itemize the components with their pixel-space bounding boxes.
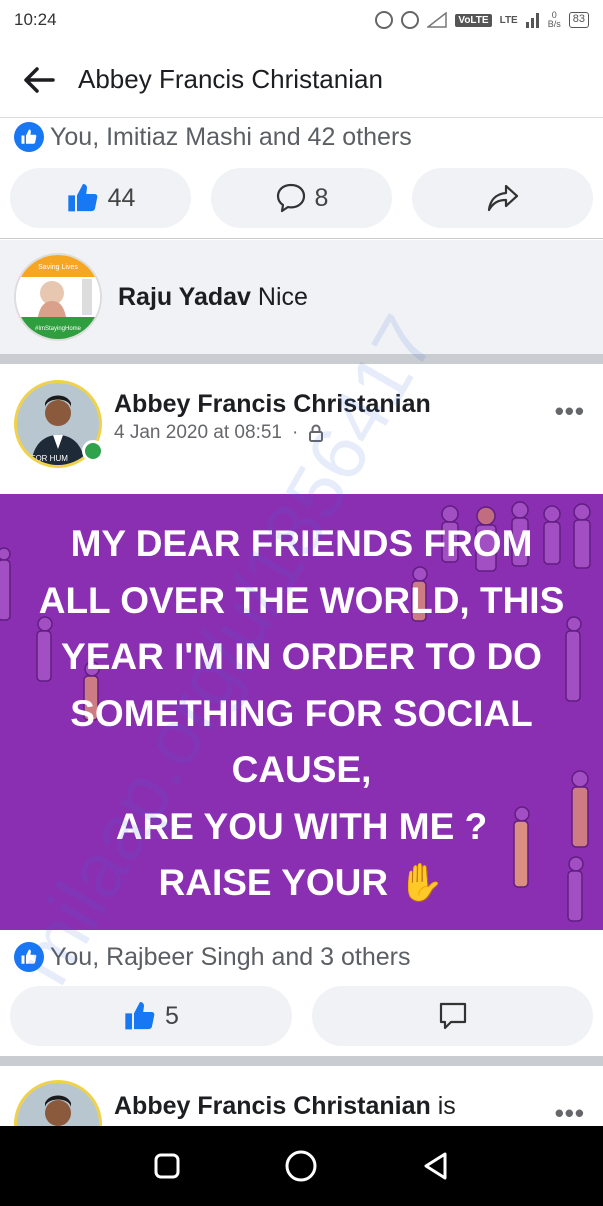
back-button[interactable]	[0, 42, 78, 118]
post-author[interactable]: Abbey Francis Christanian	[114, 390, 431, 419]
person-avatar-icon	[17, 1083, 99, 1126]
post-image[interactable]: MY DEAR FRIENDS FROM ALL OVER THE WORLD,…	[0, 494, 603, 930]
lte-label: LTE	[499, 14, 518, 26]
like-reaction-icon	[14, 942, 44, 972]
reactions-text: You, Imitiaz Mashi and 42 others	[50, 122, 412, 151]
share-button[interactable]	[412, 168, 593, 228]
page-title: Abbey Francis Christanian	[78, 64, 383, 94]
comment-bubble-icon	[276, 183, 305, 213]
square-icon	[154, 1153, 180, 1179]
top-post-actions: 44 8	[10, 168, 593, 228]
thumbs-up-icon	[125, 1002, 155, 1030]
triangle-back-icon	[424, 1152, 447, 1180]
post-header: E FOR HUM Abbey Francis Christanian 4 Ja…	[0, 370, 603, 470]
do-not-disturb-icon	[401, 11, 420, 29]
alarm-icon	[375, 11, 394, 29]
post-options-button[interactable]: •••	[555, 396, 585, 427]
banner-message: MY DEAR FRIENDS FROM ALL OVER THE WORLD,…	[38, 523, 565, 903]
app-header: Abbey Francis Christanian	[0, 42, 603, 118]
back-nav-button[interactable]	[416, 1146, 456, 1186]
online-status-indicator	[82, 440, 104, 462]
network-speed: 0 B/s	[548, 11, 561, 29]
system-nav-bar	[0, 1126, 603, 1206]
section-divider	[0, 1056, 603, 1066]
section-divider	[0, 354, 603, 364]
volte-badge: VoLTE	[455, 13, 492, 27]
comment-bubble-icon	[439, 1002, 466, 1030]
post-actions: 5	[10, 986, 593, 1046]
divider	[0, 238, 603, 239]
lock-icon	[309, 424, 324, 442]
comment-count: 8	[314, 183, 329, 212]
home-button[interactable]	[281, 1146, 321, 1186]
post-like-count: 5	[165, 1001, 179, 1030]
commenter-avatar[interactable]: Saving Lives #ImStayingHome	[14, 253, 102, 341]
post-comment-button[interactable]	[312, 986, 593, 1046]
next-post-author-suffix: is	[437, 1092, 456, 1120]
comment-text: Nice	[257, 282, 308, 311]
battery-indicator: 83	[568, 12, 589, 28]
raised-hand-icon: ✋	[398, 862, 445, 903]
status-icons: VoLTE LTE 0 B/s 83	[375, 11, 589, 29]
next-post-author-line: Abbey Francis Christanian is	[114, 1092, 456, 1121]
comment-item: Saving Lives #ImStayingHome Raju Yadav N…	[0, 240, 603, 354]
avatar-bottom-text: #ImStayingHome	[35, 326, 82, 332]
next-post-header: Abbey Francis Christanian is •••	[0, 1070, 603, 1126]
recents-button[interactable]	[147, 1146, 187, 1186]
profile-frame-icon: Saving Lives #ImStayingHome	[16, 255, 100, 339]
status-bar: 10:24 VoLTE LTE 0 B/s 83	[0, 0, 603, 40]
reactions-summary[interactable]: You, Imitiaz Mashi and 42 others	[14, 122, 412, 152]
signal-outline-icon	[427, 12, 448, 28]
post-reactions-summary[interactable]: You, Rajbeer Singh and 3 others	[14, 942, 410, 972]
share-arrow-icon	[487, 184, 518, 212]
like-count: 44	[107, 183, 136, 212]
network-speed-unit: B/s	[547, 19, 561, 29]
comment-button[interactable]: 8	[211, 168, 392, 228]
banner-text: MY DEAR FRIENDS FROM ALL OVER THE WORLD,…	[0, 516, 603, 912]
status-time: 10:24	[14, 10, 57, 29]
post-like-button[interactable]: 5	[10, 986, 292, 1046]
thumbs-up-icon	[67, 184, 97, 212]
like-reaction-icon	[14, 122, 44, 152]
like-button[interactable]: 44	[10, 168, 191, 228]
next-post-author[interactable]: Abbey Francis Christanian	[114, 1092, 431, 1120]
comment-body: Raju Yadav Nice	[118, 283, 308, 312]
post-timestamp[interactable]: 4 Jan 2020 at 08:51	[114, 422, 282, 444]
back-arrow-icon	[24, 66, 55, 93]
next-author-avatar[interactable]	[14, 1080, 102, 1126]
post-meta: 4 Jan 2020 at 08:51 ·	[114, 422, 324, 444]
circle-icon	[285, 1150, 317, 1182]
cell-signal-icon	[525, 13, 539, 28]
post-reactions-text: You, Rajbeer Singh and 3 others	[50, 942, 411, 971]
next-post-options-button[interactable]: •••	[555, 1098, 585, 1126]
comment-author[interactable]: Raju Yadav	[118, 283, 251, 311]
avatar-caption: E FOR HUM	[23, 454, 68, 463]
avatar-top-text: Saving Lives	[38, 264, 78, 271]
meta-separator: ·	[291, 422, 299, 443]
